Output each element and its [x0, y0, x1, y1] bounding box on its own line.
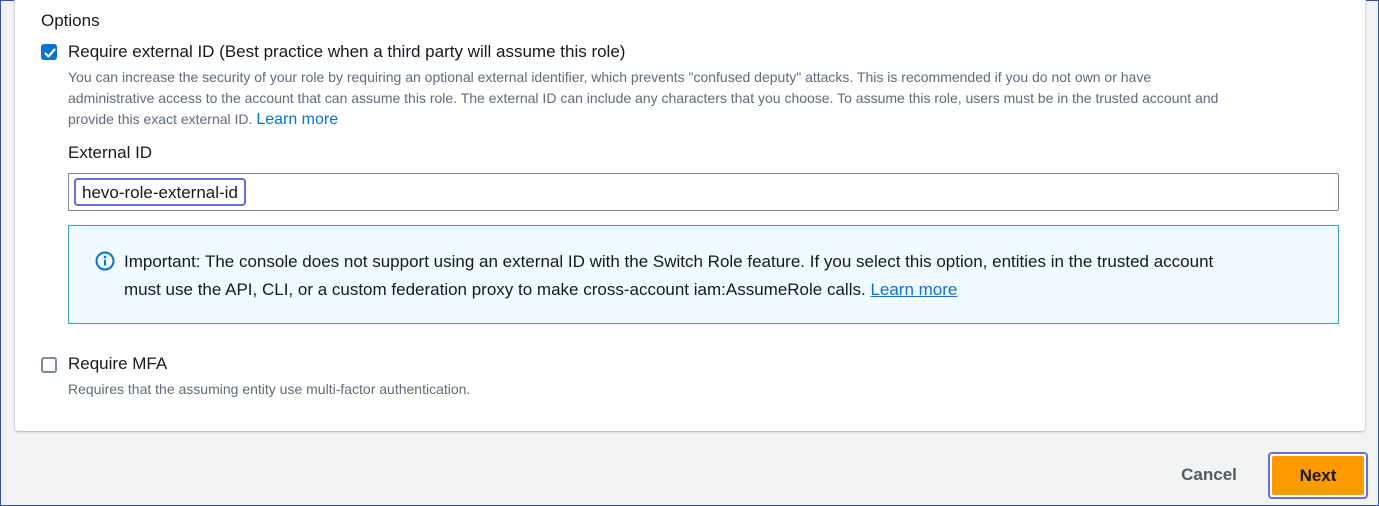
alert-line: Important: The console does not support …	[124, 252, 1214, 271]
alert-line: must use the API, CLI, or a custom feder…	[124, 276, 1314, 304]
require-external-id-label[interactable]: Require external ID (Best practice when …	[68, 41, 625, 63]
require-external-id-checkbox[interactable]	[41, 44, 57, 60]
alert-learn-more-link[interactable]: Learn more	[870, 280, 957, 299]
cancel-button[interactable]: Cancel	[1167, 457, 1251, 493]
options-panel: Options Require external ID (Best practi…	[14, 0, 1366, 432]
require-mfa-checkbox[interactable]	[41, 357, 57, 373]
require-mfa-label[interactable]: Require MFA	[68, 353, 167, 375]
description-text: provide this exact external ID.	[68, 111, 253, 127]
alert-text: Important: The console does not support …	[124, 248, 1314, 304]
alert-line-text: must use the API, CLI, or a custom feder…	[124, 280, 866, 299]
description-line: You can increase the security of your ro…	[68, 69, 1152, 85]
learn-more-link[interactable]: Learn more	[256, 111, 338, 128]
next-button[interactable]: Next	[1272, 456, 1364, 495]
options-title: Options	[41, 11, 100, 30]
require-external-id-description: You can increase the security of your ro…	[68, 67, 1338, 130]
external-id-value[interactable]: hevo-role-external-id	[74, 178, 246, 206]
checkmark-icon	[44, 48, 56, 58]
external-id-input[interactable]: hevo-role-external-id	[68, 173, 1339, 211]
description-line: administrative access to the account tha…	[68, 90, 1219, 106]
description-line: provide this exact external ID. Learn mo…	[68, 109, 1338, 130]
info-circle-icon	[95, 251, 115, 271]
next-button-focus-ring[interactable]: Next	[1268, 452, 1368, 499]
require-mfa-description: Requires that the assuming entity use mu…	[68, 381, 471, 397]
info-alert: Important: The console does not support …	[68, 225, 1339, 324]
window-frame: Options Require external ID (Best practi…	[0, 0, 1379, 506]
external-id-label: External ID	[68, 143, 153, 162]
